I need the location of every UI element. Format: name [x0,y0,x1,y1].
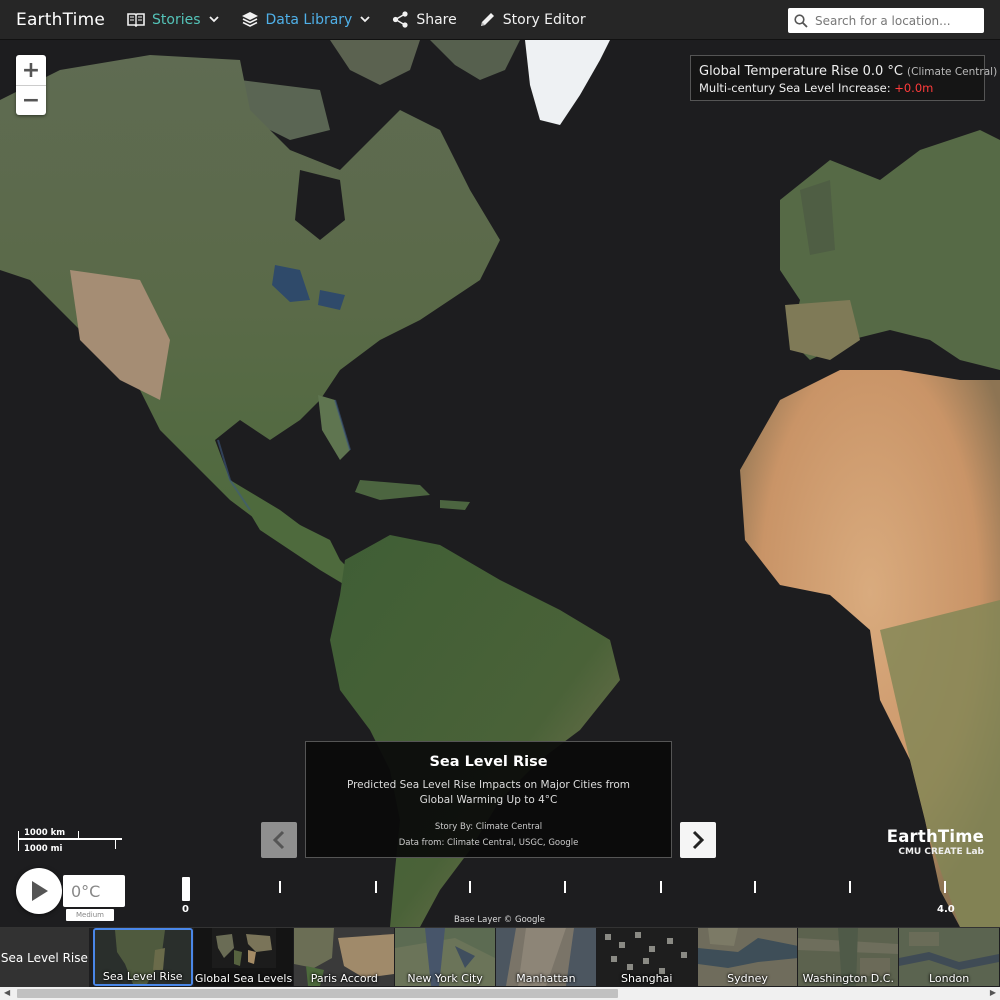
thumbnail-label: Global Sea Levels [194,972,293,985]
share-icon [393,11,408,28]
layer-legend: Global Temperature Rise 0.0 °C (Climate C… [690,55,997,101]
thumbnail-sea-level-rise[interactable]: Sea Level Rise [92,928,193,986]
thumbnail-global-sea-levels[interactable]: Global Sea Levels [193,928,294,986]
layers-icon [241,12,258,27]
timeline-handle[interactable] [182,877,190,901]
data-library-menu[interactable]: Data Library [241,0,371,40]
legend-temperature-line: Global Temperature Rise 0.0 °C (Climate C… [699,64,997,79]
timeline-tick [279,881,281,893]
top-navigation-bar: EarthTime Stories Data Library Share Sto… [0,0,1000,40]
next-slide-button[interactable] [680,822,716,858]
stories-label: Stories [152,11,201,28]
stories-menu[interactable]: Stories [127,0,219,40]
thumbnail-shanghai[interactable]: Shanghai [596,928,697,986]
story-data-source: Data from: Climate Central, USGC, Google [398,838,579,848]
chevron-down-icon [360,16,370,23]
timeline-tick [564,881,566,893]
legend-sea-level-value: +0.0m [894,81,934,95]
scale-bar-km [18,838,122,840]
chevron-down-icon [208,16,219,23]
previous-slide-button[interactable] [261,822,297,858]
watermark-lab: CMU CREATE Lab [898,847,984,857]
timeline-tick [944,881,946,893]
play-button[interactable] [16,868,62,914]
earthtime-app: EarthTime Stories Data Library Share Sto… [0,0,1000,1000]
story-category-label: Sea Level Rise [0,928,89,988]
thumbnail-label: Shanghai [621,972,673,985]
legend-temperature: Global Temperature Rise 0.0 °C [699,64,904,79]
location-search[interactable] [788,8,984,33]
thumbnail-manhattan[interactable]: Manhattan [496,928,596,986]
thumbnail-label: Paris Accord [310,972,378,985]
story-editor-button[interactable]: Story Editor [479,0,586,40]
search-icon [794,13,808,28]
scroll-left-arrow-icon[interactable]: ◀ [4,988,10,997]
story-title: Sea Level Rise [429,754,548,770]
scale-tick [115,840,116,849]
map-scale-bar: 1000 km 1000 mi [18,828,128,858]
chevron-left-icon [272,830,285,850]
story-thumbnail-strip: Sea Level Rise Sea Level Rise Global Sea… [0,927,1000,988]
thumbnail-label: Sea Level Rise [102,970,183,983]
thumbnail-sydney[interactable]: Sydney [697,928,798,986]
app-title: EarthTime [16,9,105,30]
thumbnail-scrollbar[interactable]: ◀ ▶ [0,987,1000,1000]
timeline-end-label: 4.0 [937,904,955,915]
story-description: Predicted Sea Level Rise Impacts on Majo… [346,779,631,806]
legend-sea-level-line: Multi-century Sea Level Increase: +0.0m [699,81,976,95]
temperature-readout: 0°C [63,875,125,907]
scroll-right-arrow-icon[interactable]: ▶ [990,988,996,997]
thumbnail-paris-accord[interactable]: Paris Accord [294,928,395,986]
thumbnail-label: Sydney [727,972,768,985]
story-caption-panel: Sea Level Rise Predicted Sea Level Rise … [305,741,672,858]
pencil-icon [480,13,494,26]
timeline-tick [660,881,662,893]
zoom-out-button[interactable]: − [16,85,46,115]
thumbnail-london[interactable]: London [899,928,999,986]
story-editor-label: Story Editor [502,11,586,28]
thumbnail-label: New York City [407,972,483,985]
story-author: Story By: Climate Central [434,822,543,832]
share-button[interactable]: Share [392,0,457,40]
timeline-tick [754,881,756,893]
book-icon [127,13,145,27]
scale-mi-label: 1000 mi [24,844,63,854]
chevron-right-icon [692,830,705,850]
scale-km-label: 1000 km [24,828,66,838]
thumbnail-washington-dc[interactable]: Washington D.C. [798,928,899,986]
speed-toggle[interactable]: Medium [66,909,114,921]
share-label: Share [416,11,457,28]
timeline-start-label: 0 [182,904,189,915]
search-input[interactable] [815,13,975,28]
thumbnail-label: Washington D.C. [802,972,894,985]
thumbnail-new-york-city[interactable]: New York City [395,928,496,986]
scale-tick [18,831,19,851]
legend-source: (Climate Central) [907,66,998,78]
zoom-controls: + − [16,55,46,115]
earthtime-watermark: EarthTime CMU CREATE Lab [887,827,984,857]
thumbnail-label: London [928,972,970,985]
scale-tick [78,831,79,839]
data-library-label: Data Library [265,11,353,28]
legend-sea-level-label: Multi-century Sea Level Increase: [699,81,891,95]
play-icon [32,881,48,901]
watermark-name: EarthTime [886,827,984,846]
timeline-tick [849,881,851,893]
scrollbar-thumb[interactable] [17,989,618,998]
zoom-in-button[interactable]: + [16,55,46,85]
timeline-tick [375,881,377,893]
thumbnail-label: Manhattan [516,972,576,985]
base-layer-attribution: Base Layer © Google [454,915,545,925]
timeline-tick [469,881,471,893]
